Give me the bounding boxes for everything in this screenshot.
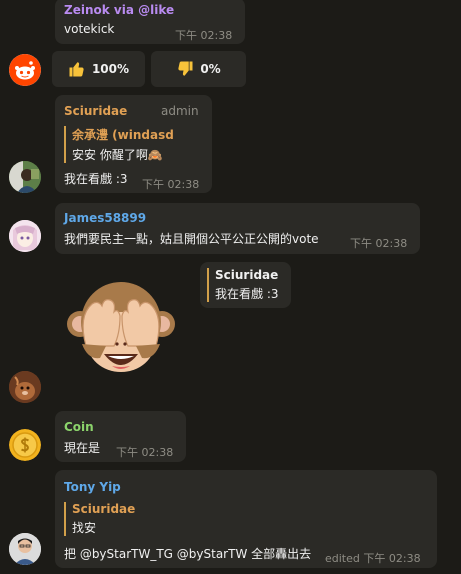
vote-up-label: 100% <box>91 62 130 76</box>
message-bubble-james: James58899 我們要民主一點，姑且開個公平公正公開的vote 下午 02… <box>55 203 420 254</box>
reddit-alien-icon <box>9 54 41 86</box>
thumbs-down-icon <box>178 61 193 76</box>
message-text: 把 @byStarTW_TG @byStarTW 全部轟出去 <box>64 547 312 561</box>
sticker-reply-bubble[interactable]: Sciuridae 我在看戲 :3 <box>200 262 291 308</box>
message-text: 現在是 <box>64 441 101 455</box>
person-photo-icon <box>9 533 41 565</box>
reply-quote[interactable]: Sciuridae 我在看戲 :3 <box>207 268 279 302</box>
anime-avatar-icon <box>9 220 41 252</box>
message-time: 下午 02:38 <box>175 29 233 42</box>
admin-badge: admin <box>161 104 199 118</box>
sender-name[interactable]: Tony Yip <box>64 480 121 494</box>
message-bubble-zeinok: Zeinok via @like votekick 下午 02:38 <box>55 0 245 44</box>
message-bubble-sciuridae: Sciuridae admin 余承澧 (windasd 安安 你醒了啊🙈 我在… <box>55 95 212 193</box>
avatar-sciuridae[interactable] <box>9 161 41 193</box>
squirrel-photo-icon <box>9 371 41 403</box>
reply-quote[interactable]: 余承澧 (windasd 安安 你醒了啊🙈 <box>64 126 174 163</box>
reply-text: 找安 <box>72 521 97 535</box>
see-no-evil-monkey-sticker[interactable] <box>66 276 176 388</box>
message-text: 我們要民主一點，姑且開個公平公正公開的vote <box>64 232 319 246</box>
message-time: 下午 02:38 <box>350 237 408 250</box>
reply-name: 余承澧 (windasd <box>72 128 174 142</box>
vote-up-button[interactable]: 100% <box>52 51 145 87</box>
coin-icon <box>9 429 41 461</box>
see-no-evil-monkey-icon <box>67 282 175 372</box>
avatar-coin[interactable] <box>9 429 41 461</box>
person-photo-icon <box>9 161 41 193</box>
message-time: 下午 02:38 <box>142 178 200 191</box>
vote-down-label: 0% <box>200 62 221 76</box>
sender-name[interactable]: Zeinok via @like <box>64 3 174 17</box>
reply-name: Sciuridae <box>72 502 136 516</box>
avatar-james[interactable] <box>9 220 41 252</box>
message-time: 下午 02:38 <box>116 446 174 459</box>
message-time: edited 下午 02:38 <box>325 552 421 565</box>
message-bubble-coin: Coin 現在是 下午 02:38 <box>55 411 186 462</box>
reply-name: Sciuridae <box>215 268 279 282</box>
message-text: votekick <box>64 22 115 36</box>
reply-quote[interactable]: Sciuridae 找安 <box>64 502 135 536</box>
sender-name[interactable]: James58899 <box>64 211 146 225</box>
vote-down-button[interactable]: 0% <box>151 51 246 87</box>
message-bubble-tony: Tony Yip Sciuridae 找安 把 @byStarTW_TG @by… <box>55 470 437 568</box>
sender-name[interactable]: Sciuridae <box>64 104 127 118</box>
sender-name[interactable]: Coin <box>64 420 94 434</box>
avatar-sticker-sender[interactable] <box>9 371 41 403</box>
avatar-tony[interactable] <box>9 533 41 565</box>
avatar-zeinok[interactable] <box>9 54 41 86</box>
reply-text: 我在看戲 :3 <box>215 287 279 301</box>
reply-text: 安安 你醒了啊🙈 <box>72 148 163 162</box>
message-text: 我在看戲 :3 <box>64 172 128 186</box>
thumbs-up-icon <box>69 62 84 77</box>
